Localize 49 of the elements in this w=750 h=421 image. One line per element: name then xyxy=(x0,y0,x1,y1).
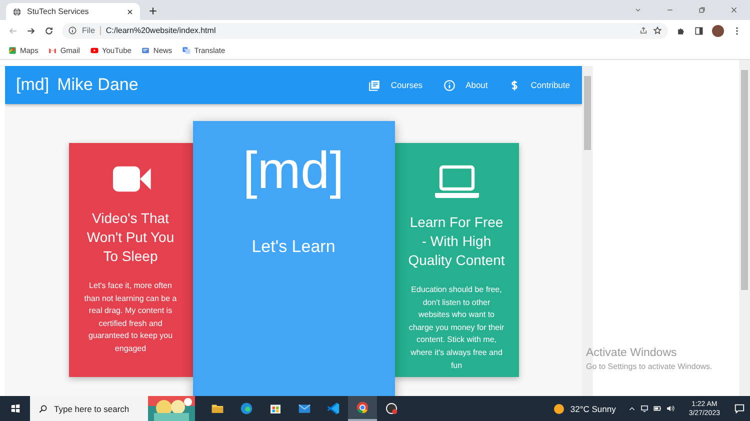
restore-icon[interactable] xyxy=(698,6,706,14)
activation-title: Activate Windows xyxy=(586,347,678,359)
play-icon xyxy=(90,46,99,54)
globe-icon xyxy=(12,6,22,16)
weather-widget[interactable]: 32°C Sunny xyxy=(553,396,628,421)
card-text: Let's face it, more often than not learning can be a real drag. My content is certified fresh and guaranteed to keep you engaged xyxy=(83,280,178,355)
chrome-icon xyxy=(355,400,370,415)
new-tab-icon[interactable] xyxy=(148,6,158,16)
activation-text: Go to Settings to activate Windows. xyxy=(586,362,712,371)
sun-icon xyxy=(553,402,566,414)
share-icon[interactable] xyxy=(639,26,648,35)
speaker-icon[interactable] xyxy=(666,404,675,413)
info-icon xyxy=(68,26,77,35)
reload-icon[interactable] xyxy=(44,26,54,36)
hero-logo: [md] xyxy=(242,145,344,197)
forward-arrow-icon[interactable] xyxy=(26,26,36,36)
message-icon xyxy=(734,403,744,414)
code-editor-icon xyxy=(326,401,341,416)
star-icon[interactable] xyxy=(653,26,662,35)
close-icon[interactable] xyxy=(126,8,134,16)
chevron-up-icon[interactable] xyxy=(628,404,636,412)
address-url: C:/learn%20website/index.html xyxy=(106,26,217,35)
address-bar[interactable]: File C:/learn%20website/index.html xyxy=(62,22,668,38)
taskbar-search-field[interactable]: Type here to search xyxy=(30,396,148,421)
newspaper-icon xyxy=(141,46,150,54)
taskbar-app[interactable] xyxy=(348,396,377,421)
display-icon[interactable] xyxy=(640,404,649,413)
book-icon xyxy=(368,78,381,92)
chevron-down-icon[interactable] xyxy=(634,6,642,14)
side-panel-icon[interactable] xyxy=(694,26,704,36)
mail-icon xyxy=(48,46,58,54)
search-icon xyxy=(38,404,48,414)
info-icon xyxy=(442,78,456,92)
map-pin-icon xyxy=(8,46,17,54)
windows-logo-icon xyxy=(10,403,20,414)
hero-title: Let's Learn xyxy=(252,237,336,257)
card-title: Video's That Won't Put You To Sleep xyxy=(86,209,176,266)
puzzle-icon[interactable] xyxy=(676,26,686,36)
translate-icon xyxy=(182,46,192,54)
avatar[interactable] xyxy=(712,24,724,36)
close-icon[interactable] xyxy=(730,6,738,14)
browser-tab[interactable]: StuTech Services xyxy=(6,3,140,20)
address-scheme: File xyxy=(82,26,101,35)
recorder-icon xyxy=(384,401,399,416)
browser-icon xyxy=(239,401,254,416)
card-title: Learn For Free - With High Quality Content xyxy=(408,213,506,270)
battery-icon[interactable] xyxy=(652,404,662,413)
scrollbar[interactable] xyxy=(739,60,750,396)
card-text: Education should be free, don't listen to other websites who want to charge you money for their content. Stick with me, where it's always free and fun xyxy=(408,284,506,372)
